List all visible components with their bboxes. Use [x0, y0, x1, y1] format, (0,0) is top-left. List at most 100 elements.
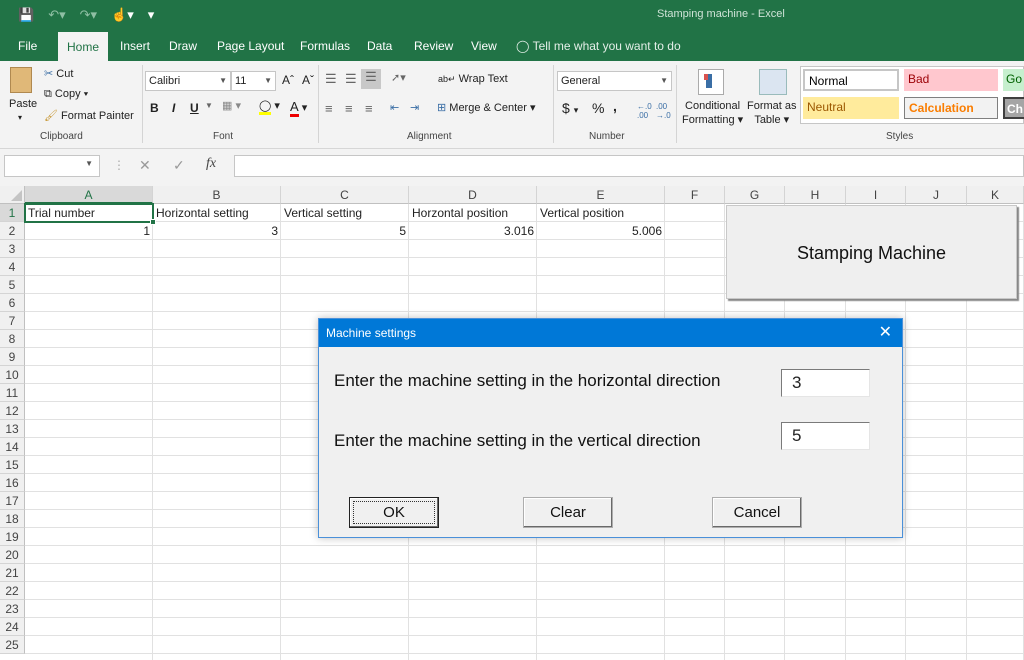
style-bad[interactable]: Bad: [904, 69, 998, 91]
customize-qat-icon[interactable]: ▾: [148, 7, 155, 23]
comma-button[interactable]: ,: [613, 98, 617, 114]
column-header-f[interactable]: F: [665, 186, 725, 204]
cancel-button[interactable]: Cancel: [712, 497, 802, 528]
column-header-b[interactable]: B: [153, 186, 281, 204]
middle-align-button[interactable]: ☰: [345, 71, 357, 87]
decrease-indent-button[interactable]: ⇤: [390, 101, 399, 114]
clear-button[interactable]: Clear: [523, 497, 613, 528]
save-icon[interactable]: 💾: [18, 7, 34, 23]
tab-view[interactable]: View: [465, 32, 503, 61]
row-header-14[interactable]: 14: [0, 438, 25, 456]
redo-icon[interactable]: ↷▾: [80, 7, 97, 23]
italic-button[interactable]: I: [172, 101, 175, 115]
merge-center-button[interactable]: ⊞ Merge & Center ▾: [437, 101, 536, 114]
column-header-h[interactable]: H: [785, 186, 846, 204]
orientation-button[interactable]: ➚▾: [391, 71, 406, 84]
row-header-16[interactable]: 16: [0, 474, 25, 492]
increase-decimal-button[interactable]: ←.0.00: [637, 102, 652, 120]
cell-c2[interactable]: 5: [281, 222, 409, 240]
column-header-a[interactable]: A: [25, 186, 153, 204]
underline-button[interactable]: U: [190, 101, 199, 115]
row-header-2[interactable]: 2: [0, 222, 25, 240]
row-header-17[interactable]: 17: [0, 492, 25, 510]
increase-indent-button[interactable]: ⇥: [410, 101, 419, 114]
cancel-icon[interactable]: ✕: [139, 157, 151, 174]
cell-a2[interactable]: 1: [25, 222, 153, 240]
copy-button[interactable]: ⧉ Copy ▾: [44, 88, 88, 101]
insert-function-icon[interactable]: fx: [206, 156, 216, 172]
number-format-select[interactable]: General ▼: [557, 71, 672, 91]
row-header-6[interactable]: 6: [0, 294, 25, 312]
horizontal-setting-input[interactable]: 3: [781, 369, 870, 397]
style-normal[interactable]: Normal: [803, 69, 899, 91]
shrink-font-button[interactable]: Aˇ: [302, 73, 314, 87]
tab-file[interactable]: File: [12, 32, 43, 61]
row-header-4[interactable]: 4: [0, 258, 25, 276]
column-header-e[interactable]: E: [537, 186, 665, 204]
wrap-text-button[interactable]: ab↵ Wrap Text: [438, 73, 508, 85]
tab-data[interactable]: Data: [361, 32, 398, 61]
font-name-select[interactable]: Calibri ▼: [145, 71, 231, 91]
row-header-22[interactable]: 22: [0, 582, 25, 600]
cell-d2[interactable]: 3.016: [409, 222, 537, 240]
cut-button[interactable]: ✂ Cut: [44, 67, 73, 80]
tab-insert[interactable]: Insert: [114, 32, 156, 61]
grow-font-button[interactable]: Aˆ: [282, 73, 294, 87]
row-header-21[interactable]: 21: [0, 564, 25, 582]
row-header-9[interactable]: 9: [0, 348, 25, 366]
column-header-c[interactable]: C: [281, 186, 409, 204]
row-header-3[interactable]: 3: [0, 240, 25, 258]
touch-mode-icon[interactable]: ☝▾: [111, 7, 134, 23]
top-align-button[interactable]: ☰: [325, 71, 337, 87]
percent-button[interactable]: %: [592, 100, 604, 116]
cell-b1[interactable]: Horizontal setting: [153, 204, 281, 222]
tab-review[interactable]: Review: [408, 32, 459, 61]
font-size-select[interactable]: 11 ▼: [231, 71, 276, 91]
close-icon[interactable]: ✕: [879, 319, 892, 347]
cell-e1[interactable]: Vertical position: [537, 204, 665, 222]
row-header-19[interactable]: 19: [0, 528, 25, 546]
cell-e2[interactable]: 5.006: [537, 222, 665, 240]
fill-color-button[interactable]: ◯ ▾: [259, 99, 280, 115]
style-calculation[interactable]: Calculation: [904, 97, 998, 119]
row-header-18[interactable]: 18: [0, 510, 25, 528]
row-header-10[interactable]: 10: [0, 366, 25, 384]
tab-draw[interactable]: Draw: [163, 32, 203, 61]
row-header-12[interactable]: 12: [0, 402, 25, 420]
bold-button[interactable]: B: [150, 101, 159, 115]
format-painter-button[interactable]: 🖌 Format Painter: [44, 109, 134, 122]
align-right-button[interactable]: ≡: [365, 101, 373, 116]
row-header-24[interactable]: 24: [0, 618, 25, 636]
row-header-1[interactable]: 1: [0, 204, 25, 222]
row-header-20[interactable]: 20: [0, 546, 25, 564]
row-header-25[interactable]: 25: [0, 636, 25, 654]
cell-d1[interactable]: Horzontal position: [409, 204, 537, 222]
tab-home[interactable]: Home: [58, 32, 108, 61]
row-header-11[interactable]: 11: [0, 384, 25, 402]
cell-c1[interactable]: Vertical setting: [281, 204, 409, 222]
column-header-i[interactable]: I: [846, 186, 906, 204]
bottom-align-button[interactable]: ☰: [361, 69, 381, 89]
row-header-13[interactable]: 13: [0, 420, 25, 438]
formula-input[interactable]: [234, 155, 1024, 177]
align-center-button[interactable]: ≡: [345, 101, 353, 116]
fill-handle[interactable]: [150, 219, 156, 225]
stamping-machine-button[interactable]: Stamping Machine: [726, 205, 1017, 299]
style-check-cell[interactable]: Ch: [1003, 97, 1024, 119]
row-header-8[interactable]: 8: [0, 330, 25, 348]
tab-page-layout[interactable]: Page Layout: [211, 32, 290, 61]
cell-b2[interactable]: 3: [153, 222, 281, 240]
name-box[interactable]: ▼: [4, 155, 100, 177]
row-header-15[interactable]: 15: [0, 456, 25, 474]
row-header-7[interactable]: 7: [0, 312, 25, 330]
align-left-button[interactable]: ≡: [325, 101, 333, 116]
borders-icon[interactable]: ▦ ▾: [222, 99, 241, 112]
vertical-setting-input[interactable]: 5: [781, 422, 870, 450]
style-good[interactable]: Go: [1003, 69, 1024, 91]
column-header-d[interactable]: D: [409, 186, 537, 204]
undo-icon[interactable]: ↶▾: [48, 7, 65, 23]
decrease-decimal-button[interactable]: .00 →.0: [656, 102, 671, 120]
column-header-k[interactable]: K: [967, 186, 1024, 204]
style-neutral[interactable]: Neutral: [803, 97, 899, 119]
enter-icon[interactable]: ✓: [173, 157, 185, 174]
